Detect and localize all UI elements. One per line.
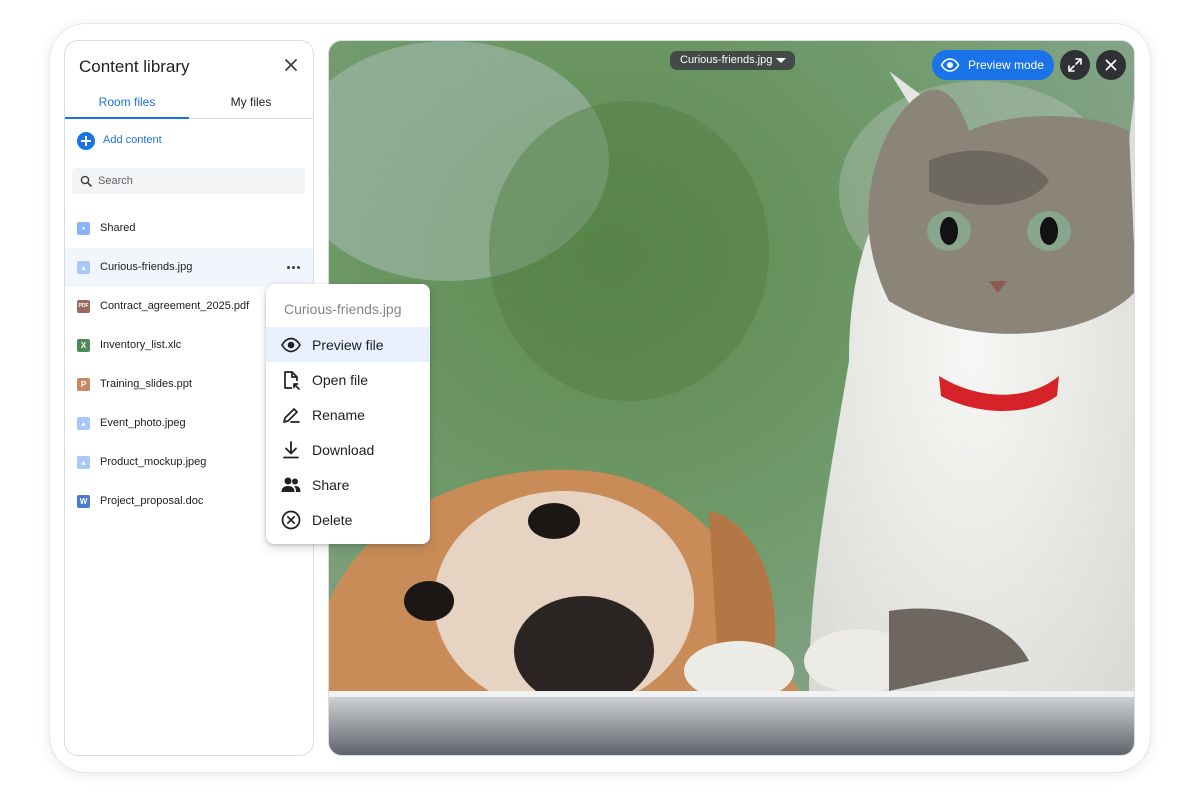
menu-item-rename[interactable]: Rename bbox=[266, 397, 430, 432]
file-name-dropdown[interactable]: Curious-friends.jpg bbox=[670, 51, 795, 70]
menu-item-label: Preview file bbox=[312, 337, 384, 353]
expand-icon bbox=[1068, 58, 1082, 72]
menu-item-label: Delete bbox=[312, 512, 353, 528]
file-name: Event_photo.jpeg bbox=[100, 417, 186, 429]
preview-mode-button[interactable]: Preview mode bbox=[932, 50, 1054, 80]
context-menu-title: Curious-friends.jpg bbox=[284, 301, 402, 317]
panel-title: Content library bbox=[79, 57, 190, 76]
download-icon bbox=[283, 441, 299, 459]
presentation-file-icon: P bbox=[77, 378, 90, 391]
image-preview bbox=[328, 40, 1135, 756]
file-name: Contract_agreement_2025.pdf bbox=[100, 300, 250, 312]
menu-item-label: Rename bbox=[312, 407, 365, 423]
preview-mode-label: Preview mode bbox=[968, 58, 1045, 72]
open-file-icon bbox=[284, 371, 300, 390]
add-content-button[interactable]: Add content bbox=[65, 119, 313, 163]
add-content-label: Add content bbox=[103, 134, 162, 146]
image-file-icon: ▴ bbox=[77, 456, 90, 469]
tab-bar: Room files My files bbox=[65, 93, 313, 119]
more-options-icon[interactable] bbox=[285, 258, 303, 276]
eye-icon bbox=[940, 58, 960, 72]
file-chip-label: Curious-friends.jpg bbox=[680, 54, 773, 66]
menu-item-download[interactable]: Download bbox=[266, 432, 430, 467]
file-name: Project_proposal.doc bbox=[100, 495, 204, 507]
panel-header: Content library bbox=[65, 41, 313, 93]
spreadsheet-file-icon: X bbox=[77, 339, 90, 352]
folder-shared-icon: • bbox=[77, 222, 90, 235]
search-icon bbox=[80, 175, 92, 187]
file-name: Product_mockup.jpeg bbox=[100, 456, 207, 468]
menu-item-share[interactable]: Share bbox=[266, 467, 430, 502]
tab-my-files[interactable]: My files bbox=[189, 93, 313, 118]
file-item-shared[interactable]: • Shared bbox=[65, 209, 313, 248]
close-preview-button[interactable] bbox=[1096, 50, 1126, 80]
close-icon[interactable] bbox=[281, 55, 301, 75]
file-context-menu: Curious-friends.jpg Preview file Open fi… bbox=[266, 284, 430, 544]
pen-icon bbox=[283, 408, 300, 423]
document-file-icon: W bbox=[77, 495, 90, 508]
plus-icon bbox=[77, 132, 95, 150]
file-item-curious-friends[interactable]: ▴ Curious-friends.jpg bbox=[65, 248, 313, 287]
file-name: Training_slides.ppt bbox=[100, 378, 192, 390]
file-name: Shared bbox=[100, 222, 136, 234]
circle-x-icon bbox=[281, 510, 301, 530]
file-name: Inventory_list.xlc bbox=[100, 339, 182, 351]
file-name: Curious-friends.jpg bbox=[100, 261, 193, 273]
pdf-file-icon: PDF bbox=[77, 300, 90, 313]
menu-item-label: Share bbox=[312, 477, 350, 493]
menu-item-label: Download bbox=[312, 442, 375, 458]
fullscreen-button[interactable] bbox=[1060, 50, 1090, 80]
eye-icon bbox=[281, 337, 301, 353]
close-icon bbox=[1105, 59, 1117, 71]
menu-item-delete[interactable]: Delete bbox=[266, 502, 430, 537]
tab-room-files[interactable]: Room files bbox=[65, 93, 189, 118]
preview-photo bbox=[329, 41, 1134, 755]
search-bar[interactable] bbox=[72, 168, 305, 194]
search-input[interactable] bbox=[98, 168, 298, 194]
caret-down-icon bbox=[776, 58, 786, 63]
image-file-icon: ▴ bbox=[77, 417, 90, 430]
image-file-icon: ▴ bbox=[77, 261, 90, 274]
people-icon bbox=[281, 477, 301, 492]
menu-item-preview-file[interactable]: Preview file bbox=[266, 327, 430, 362]
menu-item-open-file[interactable]: Open file bbox=[266, 362, 430, 397]
menu-item-label: Open file bbox=[312, 372, 369, 388]
